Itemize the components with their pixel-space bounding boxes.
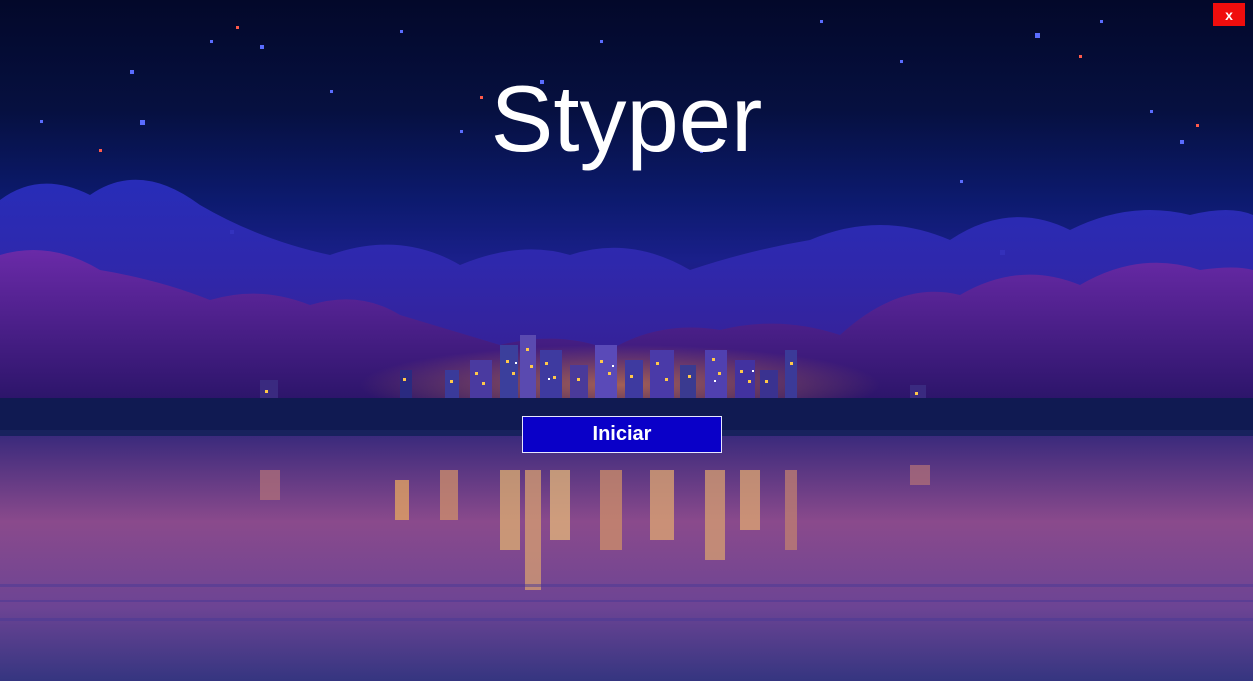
close-icon: x bbox=[1225, 6, 1233, 23]
close-button[interactable]: x bbox=[1213, 3, 1245, 26]
app-title: Styper bbox=[490, 66, 763, 171]
start-button[interactable]: Iniciar bbox=[522, 416, 722, 453]
app-window: Styper Iniciar x bbox=[0, 0, 1253, 681]
water bbox=[0, 436, 1253, 681]
